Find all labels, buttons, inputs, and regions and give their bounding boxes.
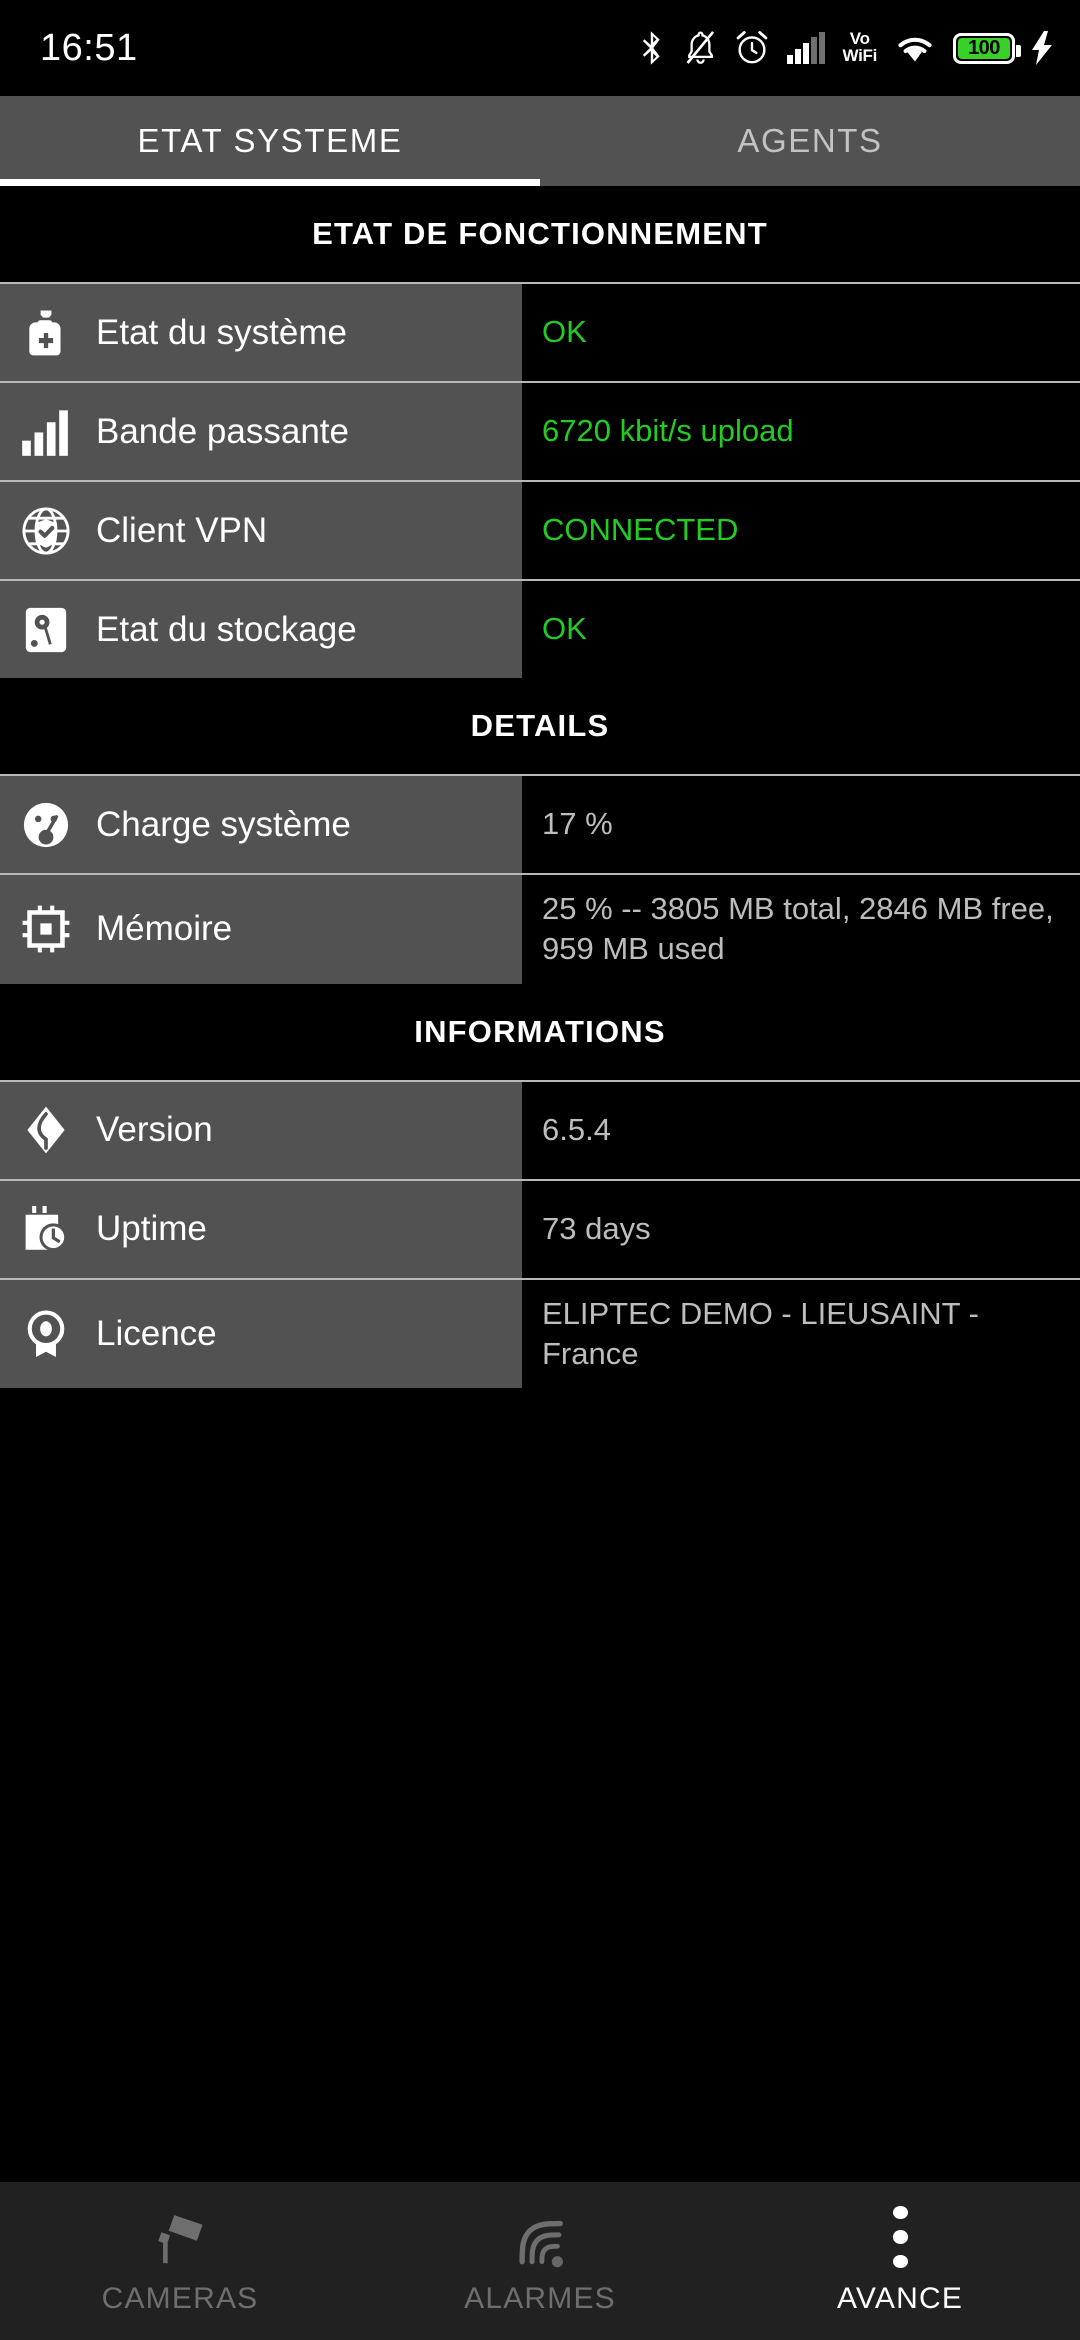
row-value-cell: CONNECTED: [522, 482, 1080, 579]
dot: [892, 2206, 908, 2220]
row-label-cell: Bande passante: [0, 383, 522, 480]
section-rows-fonctionnement: Etat du système OK Bande passante 6720 k…: [0, 282, 1080, 678]
calendar-clock-icon: [20, 1203, 72, 1255]
status-clock: 16:51: [40, 26, 138, 69]
battery-icon: 100: [953, 32, 1021, 64]
status-bar: 16:51 Vo WiFi 100: [0, 0, 1080, 96]
gauge-icon: [20, 799, 72, 851]
table-row[interactable]: Etat du stockage OK: [0, 579, 1080, 678]
row-label-cell: Uptime: [0, 1180, 522, 1278]
section-rows-details: Charge système 17 % Mémoire 25 % -- 3805…: [0, 774, 1080, 984]
status-icon-tray: Vo WiFi 100: [637, 30, 1052, 66]
nav-label: AVANCE: [836, 2282, 964, 2315]
table-row[interactable]: Mémoire 25 % -- 3805 MB total, 2846 MB f…: [0, 873, 1080, 984]
alarm-siren-icon: [511, 2206, 569, 2268]
security-camera-icon: [151, 2206, 209, 2268]
row-value-cell: 25 % -- 3805 MB total, 2846 MB free, 959…: [522, 875, 1080, 984]
globe-shield-icon: [20, 505, 72, 557]
row-value-cell: OK: [522, 284, 1080, 381]
row-label-cell: Charge système: [0, 776, 522, 873]
section-rows-informations: Version 6.5.4 Uptime 73 days Licence ELI…: [0, 1079, 1080, 1389]
wifi-icon: [894, 32, 936, 64]
table-row[interactable]: Uptime 73 days: [0, 1178, 1080, 1278]
row-label-cell: Etat du stockage: [0, 581, 522, 678]
row-label-text: Mémoire: [96, 909, 233, 949]
row-label-text: Client VPN: [96, 510, 268, 550]
row-label-text: Charge système: [96, 804, 351, 844]
row-label-text: Bande passante: [96, 411, 349, 451]
cellular-signal-icon: [787, 32, 826, 64]
section-title-informations: INFORMATIONS: [0, 983, 1080, 1080]
tab-agents[interactable]: AGENTS: [540, 96, 1080, 186]
row-label-cell: Licence: [0, 1279, 522, 1389]
nav-item-avance[interactable]: AVANCE: [720, 2182, 1080, 2340]
signal-bars-icon: [20, 406, 72, 458]
table-row[interactable]: Etat du système OK: [0, 282, 1080, 381]
table-row[interactable]: Bande passante 6720 kbit/s upload: [0, 381, 1080, 480]
row-value-cell: OK: [522, 581, 1080, 678]
section-title-details: DETAILS: [0, 678, 1080, 774]
tab-etat-systeme[interactable]: ETAT SYSTEME: [0, 96, 540, 186]
table-row[interactable]: Client VPN CONNECTED: [0, 480, 1080, 579]
hard-drive-icon: [20, 604, 72, 656]
row-value-cell: 6720 kbit/s upload: [522, 383, 1080, 480]
table-row[interactable]: Version 6.5.4: [0, 1079, 1080, 1179]
tab-label: ETAT SYSTEME: [137, 122, 403, 159]
more-vertical-icon: [892, 2206, 908, 2268]
nav-label: ALARMES: [464, 2282, 616, 2315]
table-row[interactable]: Charge système 17 %: [0, 774, 1080, 873]
tab-label: AGENTS: [737, 122, 883, 159]
row-label-text: Version: [96, 1110, 213, 1150]
nav-label: CAMERAS: [101, 2282, 259, 2315]
nav-item-alarmes[interactable]: ALARMES: [360, 2182, 720, 2340]
row-label-text: Etat du système: [96, 312, 347, 352]
section-title-fonctionnement: ETAT DE FONCTIONNEMENT: [0, 186, 1080, 282]
dot: [892, 2254, 908, 2268]
battery-level: 100: [958, 37, 1010, 59]
row-value-cell: 6.5.4: [522, 1081, 1080, 1179]
vowifi-line2: WiFi: [842, 46, 877, 65]
row-label-text: Uptime: [96, 1209, 207, 1249]
row-value-cell: 17 %: [522, 776, 1080, 873]
charging-bolt-icon: [1032, 31, 1052, 65]
vowifi-icon: Vo WiFi: [842, 31, 877, 64]
dot: [892, 2230, 908, 2244]
row-label-cell: Etat du système: [0, 284, 522, 381]
row-label-text: Licence: [96, 1313, 217, 1353]
alarm-clock-icon: [734, 30, 770, 66]
row-label-cell: Client VPN: [0, 482, 522, 579]
row-value-cell: ELIPTEC DEMO - LIEUSAINT - France: [522, 1279, 1080, 1389]
nav-item-cameras[interactable]: CAMERAS: [0, 2182, 360, 2340]
award-badge-icon: [20, 1308, 72, 1360]
app-screen: 16:51 Vo WiFi 100 ETAT SYSTEME AGENTS ET…: [0, 0, 1080, 2340]
table-row[interactable]: Licence ELIPTEC DEMO - LIEUSAINT - Franc…: [0, 1277, 1080, 1389]
row-label-cell: Version: [0, 1081, 522, 1179]
bluetooth-icon: [637, 30, 667, 66]
medicine-bottle-icon: [20, 307, 72, 359]
row-label-text: Etat du stockage: [96, 609, 357, 649]
row-value-cell: 73 days: [522, 1180, 1080, 1278]
cpu-chip-icon: [20, 903, 72, 955]
tab-bar: ETAT SYSTEME AGENTS: [0, 96, 1080, 186]
bottom-navigation: CAMERAS ALARMES AVANCE: [0, 2182, 1080, 2340]
bell-muted-icon: [684, 30, 717, 66]
row-label-cell: Mémoire: [0, 875, 522, 984]
version-diamond-icon: [20, 1104, 72, 1156]
